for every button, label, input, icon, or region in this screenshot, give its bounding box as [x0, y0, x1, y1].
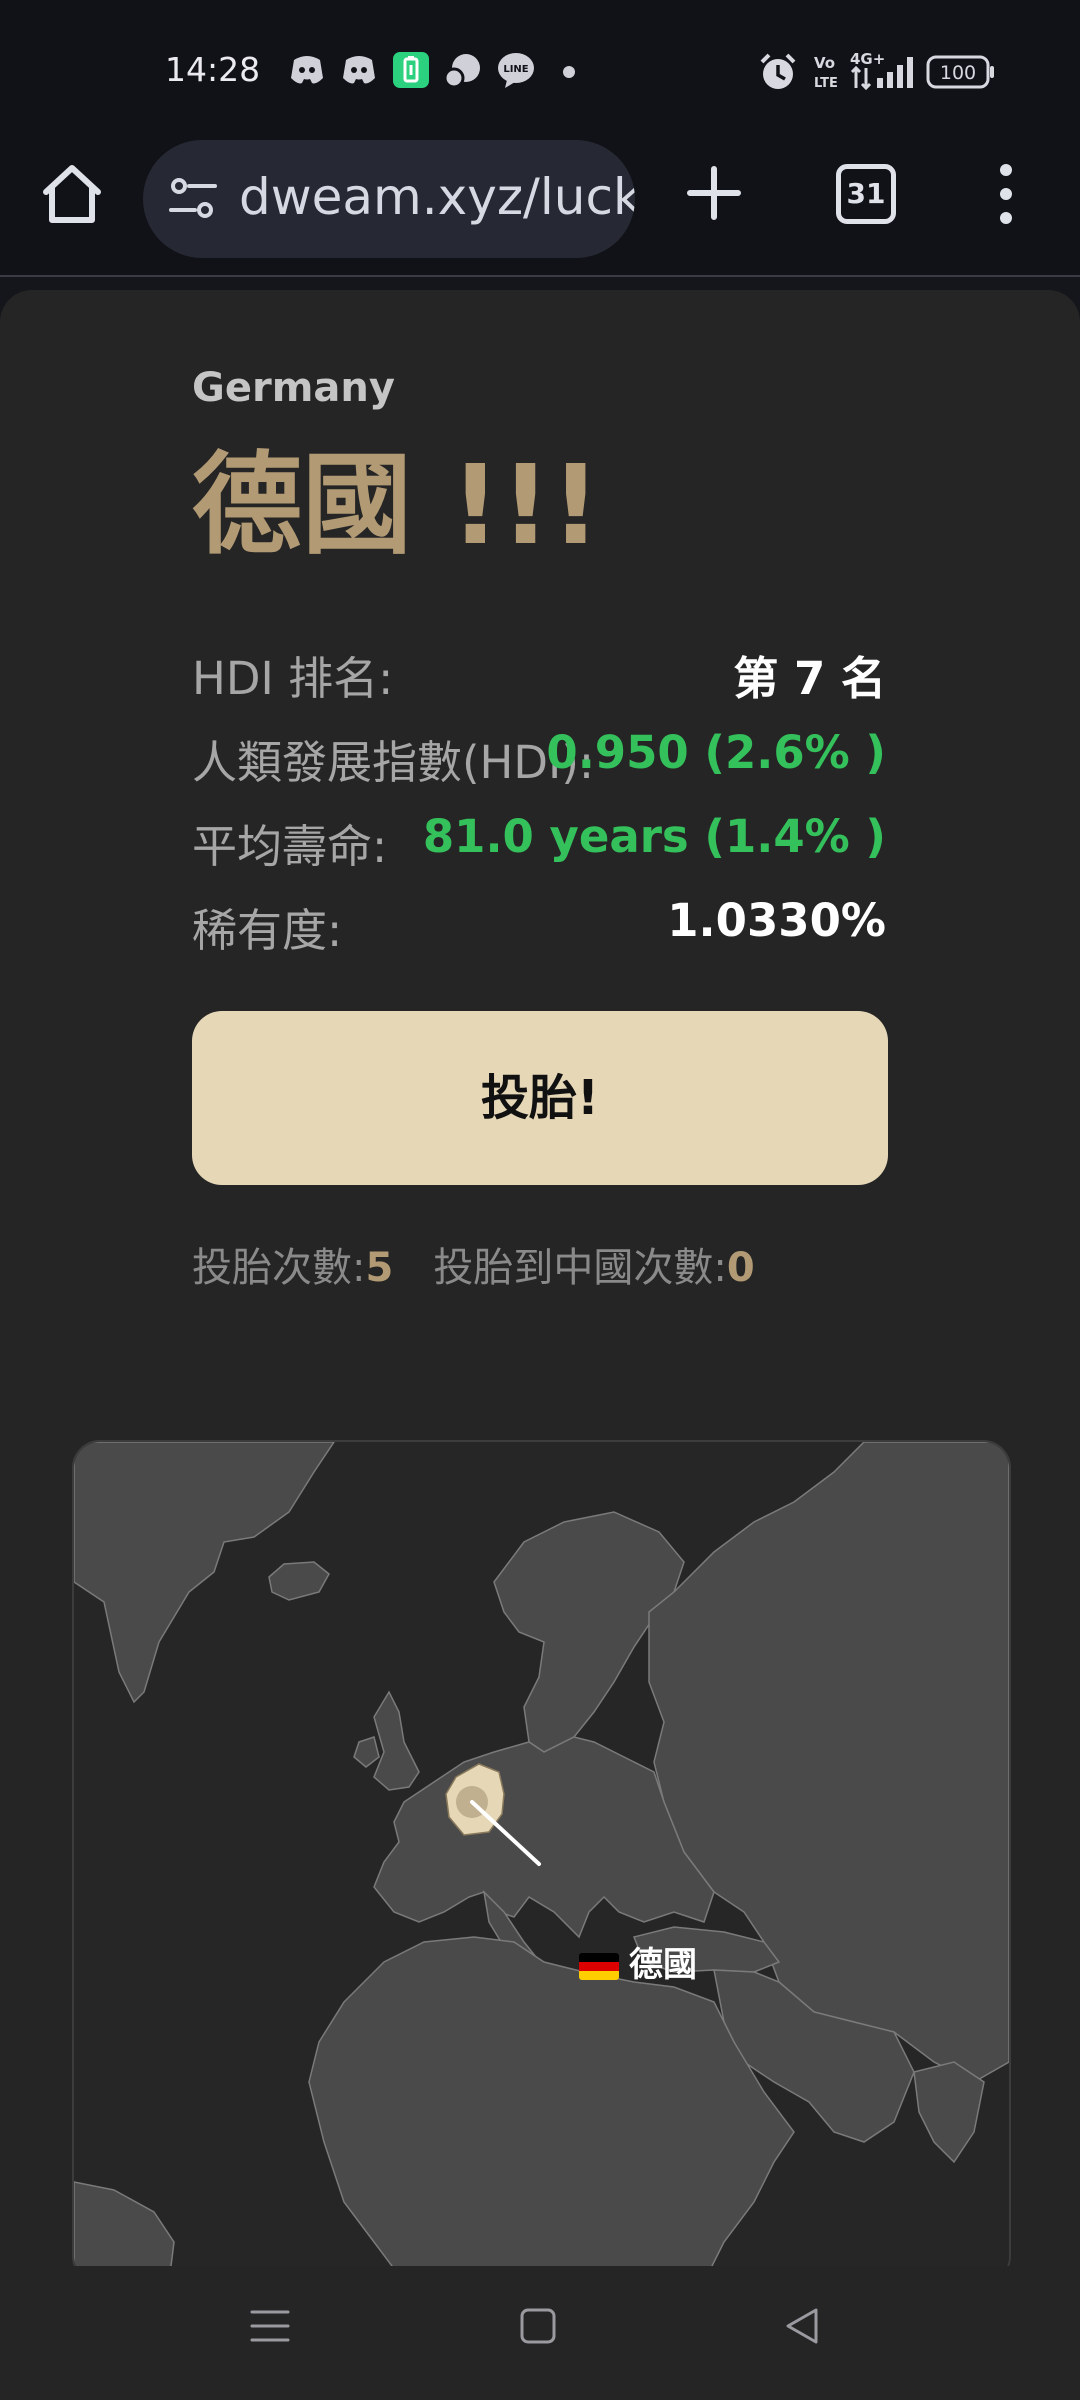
home-icon[interactable] [38, 160, 106, 228]
page-content: Germany 德國 !!! HDI 排名: 第 7 名 人類發展指數(HDI)… [0, 290, 1080, 2266]
browser-toolbar: dweam.xyz/luck 31 [0, 140, 1080, 277]
address-bar[interactable]: dweam.xyz/luck [143, 140, 635, 258]
more-notifications-dot-icon [563, 66, 575, 78]
europe-africa-map[interactable] [74, 1442, 1009, 2266]
battery-saver-icon [393, 52, 429, 88]
system-navigation-bar [0, 2266, 1080, 2400]
tab-switcher-button[interactable]: 31 [836, 164, 896, 224]
alarm-icon [760, 53, 796, 89]
china-count-value: 0 [726, 1245, 755, 1291]
chat-bubble-icon [444, 54, 480, 88]
stat-life-expectancy: 平均壽命: 81.0 years (1.4% ) [192, 810, 886, 874]
hdi-rank-label: HDI 排名: [192, 652, 394, 705]
germany-flag-icon [579, 1953, 619, 1980]
discord-icon [291, 56, 323, 84]
home-nav-icon[interactable] [518, 2306, 558, 2346]
map-country-label: 德國 [579, 1937, 697, 1986]
line-icon: LINE [498, 53, 534, 88]
hdi-rank-value: 第 7 名 [733, 652, 886, 705]
country-name-zh: 德國 !!! [192, 441, 601, 569]
china-count-label: 投胎到中國次數: [433, 1245, 727, 1291]
roll-counts: 投胎次數:5 投胎到中國次數:0 [192, 1235, 755, 1293]
stat-hdi-rank: HDI 排名: 第 7 名 [192, 642, 886, 706]
roll-count-label: 投胎次數: [192, 1245, 366, 1291]
reincarnate-button[interactable]: 投胎! [192, 1011, 888, 1185]
stat-hdi: 人類發展指數(HDI): 0.950 (2.6% ) [192, 726, 886, 790]
svg-text:4G+: 4G+ [850, 50, 885, 68]
hdi-value: 0.950 (2.6% ) [546, 726, 886, 779]
life-expectancy-value: 81.0 years (1.4% ) [422, 810, 886, 863]
tune-icon[interactable] [169, 176, 217, 222]
rarity-label: 稀有度: [192, 904, 343, 957]
battery-level: 100 [940, 62, 976, 84]
signal-4g-icon: 4G+ [850, 50, 913, 91]
stat-rarity: 稀有度: 1.0330% [192, 894, 886, 958]
volte-icon: Vo LTE [814, 54, 838, 91]
world-map[interactable]: 德國 [72, 1440, 1011, 2266]
status-bar: 14:28 LINE Vo LTE 4G+ 100 [0, 0, 1080, 140]
country-name-en: Germany [192, 365, 395, 411]
plus-icon[interactable] [686, 165, 742, 221]
map-country-name: 德國 [629, 1945, 697, 1985]
url-text[interactable]: dweam.xyz/luck [239, 168, 635, 226]
svg-text:LINE: LINE [503, 64, 528, 75]
discord-icon [343, 56, 375, 84]
svg-text:LTE: LTE [814, 76, 838, 91]
hdi-label: 人類發展指數(HDI): [192, 736, 595, 789]
more-vert-icon[interactable] [990, 162, 1022, 226]
roll-count-value: 5 [365, 1245, 394, 1291]
status-time: 14:28 [165, 50, 261, 89]
recents-icon[interactable] [250, 2306, 290, 2346]
battery-icon: 100 [926, 55, 994, 89]
rarity-value: 1.0330% [667, 894, 886, 947]
svg-text:Vo: Vo [814, 54, 835, 72]
back-icon[interactable] [782, 2306, 822, 2346]
life-expectancy-label: 平均壽命: [192, 820, 388, 873]
